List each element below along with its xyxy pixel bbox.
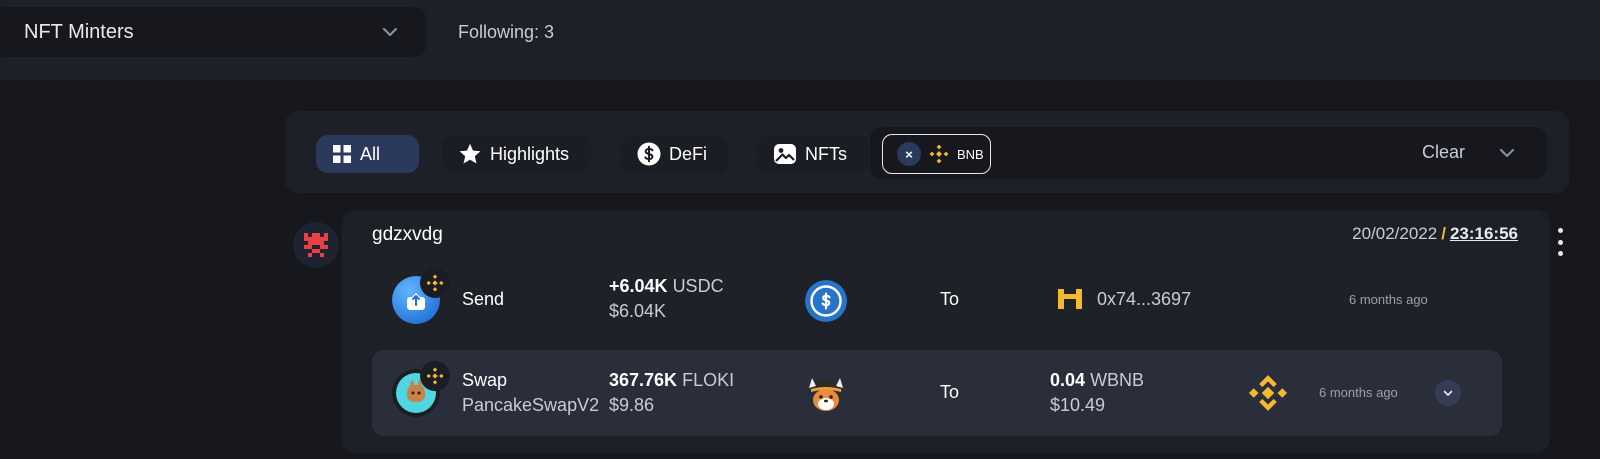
timestamp-separator: / — [1441, 224, 1446, 243]
top-bar: NFT Minters Following: 3 — [0, 0, 1600, 80]
star-icon — [459, 143, 481, 164]
wallet-avatar[interactable] — [293, 222, 339, 268]
chevron-down-icon — [382, 27, 398, 37]
to-label: To — [940, 382, 960, 402]
recipient-avatar-icon — [1058, 289, 1082, 309]
filter-chip-defi[interactable]: DeFi — [621, 135, 729, 173]
filter-bar: All Highlights DeFi NFTs × BNB Clear — [285, 111, 1569, 193]
filter-chip-nfts[interactable]: NFTs — [757, 135, 869, 173]
protocol-name-link[interactable]: PancakeSwapV2 — [462, 395, 599, 416]
clear-filters-button[interactable]: Clear — [1422, 142, 1465, 163]
remove-chain-button[interactable]: × — [897, 142, 921, 166]
amount-token: USDC — [672, 276, 724, 296]
recipient-address-link[interactable]: 0x74...3697 — [1097, 289, 1191, 310]
output-amount-value: 0.04 — [1050, 370, 1086, 390]
chain-filter-area: × BNB Clear — [870, 127, 1547, 179]
list-selector-label: NFT Minters — [24, 20, 134, 43]
amount-usd: $9.86 — [609, 395, 655, 415]
transaction-row-send[interactable]: Send +6.04K USDC $6.04K To 0x74...3697 6… — [372, 257, 1502, 343]
output-amount: 0.04 WBNB — [1050, 370, 1144, 391]
more-options-button[interactable] — [1553, 228, 1567, 256]
transaction-type: Send — [462, 289, 505, 309]
filter-chip-all[interactable]: All — [316, 135, 419, 173]
bnb-icon — [929, 144, 949, 164]
relative-time: 6 months ago — [1349, 292, 1428, 307]
kebab-dot — [1557, 228, 1563, 233]
chevron-down-icon[interactable] — [1497, 143, 1517, 163]
expand-row-button[interactable] — [1435, 380, 1461, 406]
following-count: Following: 3 — [458, 22, 555, 42]
bnb-chain-badge — [420, 268, 450, 298]
timestamp-time-link[interactable]: 23:16:56 — [1450, 224, 1518, 243]
bnb-icon — [426, 367, 444, 385]
to-label: To — [940, 289, 960, 309]
chain-chip-bnb[interactable]: × BNB — [882, 134, 991, 174]
pixel-avatar-icon — [304, 233, 328, 257]
filter-chip-label: DeFi — [669, 143, 708, 164]
chevron-down-icon — [1443, 390, 1453, 396]
wallet-name[interactable]: gdzxvdg — [372, 224, 443, 246]
amount-usd: $6.04K — [609, 301, 667, 321]
activity-card: gdzxvdg 20/02/2022/23:16:56 Send +6.04K — [342, 210, 1550, 453]
wbnb-token-icon — [1248, 375, 1288, 411]
output-usd: $10.49 — [1050, 395, 1106, 415]
bnb-chain-badge — [420, 361, 450, 391]
list-selector-dropdown[interactable]: NFT Minters — [0, 7, 426, 57]
timestamp: 20/02/2022/23:16:56 — [1352, 224, 1518, 244]
timestamp-date: 20/02/2022 — [1352, 224, 1438, 243]
filter-chip-label: NFTs — [805, 143, 847, 164]
grid-icon — [333, 145, 351, 163]
dollar-icon — [637, 142, 661, 166]
floki-token-icon — [805, 373, 847, 415]
filter-chip-label: All — [360, 143, 381, 164]
transaction-amount: +6.04K USDC — [609, 276, 724, 297]
usdc-token-icon — [805, 280, 847, 322]
transaction-row-swap[interactable]: Swap PancakeSwapV2 367.76K FLOKI $9.86 T… — [372, 350, 1502, 436]
transaction-type: Swap — [462, 370, 508, 390]
chain-chip-label: BNB — [957, 146, 984, 162]
image-icon — [774, 144, 796, 164]
amount-value: +6.04K — [609, 276, 668, 296]
bnb-icon — [426, 274, 444, 292]
amount-value: 367.76K — [609, 370, 678, 390]
transaction-amount: 367.76K FLOKI — [609, 370, 734, 391]
kebab-dot — [1557, 239, 1563, 245]
amount-token: FLOKI — [682, 370, 735, 390]
kebab-dot — [1557, 251, 1563, 256]
output-token: WBNB — [1090, 370, 1145, 390]
filter-chip-highlights[interactable]: Highlights — [442, 135, 591, 173]
filter-chip-label: Highlights — [490, 143, 570, 164]
relative-time: 6 months ago — [1319, 385, 1398, 400]
